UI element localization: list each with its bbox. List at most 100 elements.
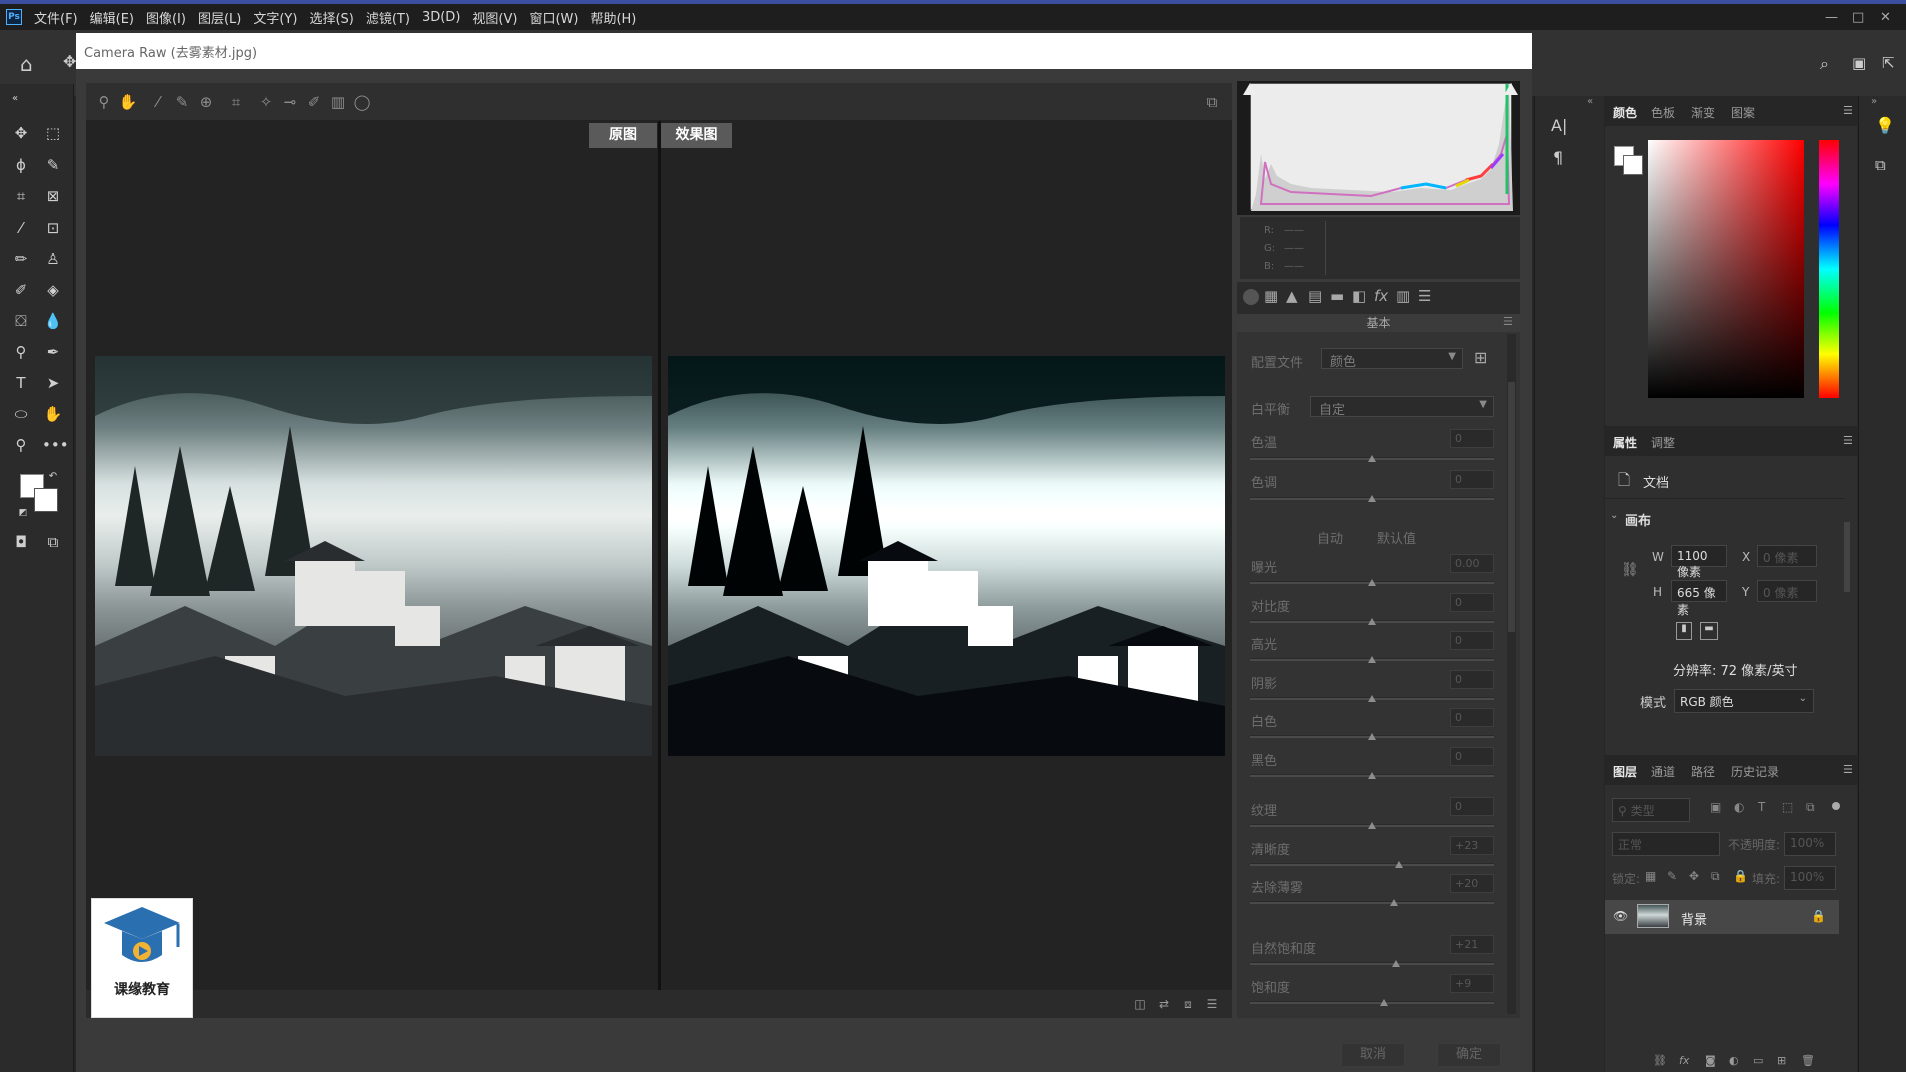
preview-preferences-icon[interactable]: ☰ — [1204, 996, 1220, 1012]
clarity-slider[interactable] — [1250, 862, 1494, 866]
tab-patterns[interactable]: 图案 — [1729, 104, 1757, 121]
height-input[interactable]: 665 像素 — [1671, 580, 1727, 617]
filter-type-icon[interactable]: T — [1758, 800, 1765, 814]
temperature-slider-thumb[interactable] — [1368, 455, 1376, 462]
spot-removal-tool-icon[interactable]: ✧ — [256, 92, 276, 112]
opacity-input[interactable]: 100% — [1784, 832, 1836, 856]
filter-toggle-icon[interactable] — [1832, 802, 1840, 810]
split-toning-tab-icon[interactable]: ▬ — [1330, 287, 1344, 305]
shadow-clipping-icon[interactable] — [1243, 83, 1257, 95]
workspace-icon[interactable]: ▣ — [1852, 54, 1866, 72]
saturation-value[interactable]: +9 — [1450, 973, 1494, 993]
basic-tab-icon[interactable] — [1243, 289, 1259, 305]
default-button[interactable]: 默认值 — [1377, 528, 1416, 547]
collapse-icon[interactable]: « — [4, 88, 26, 110]
menu-layer[interactable]: 图层(L) — [192, 8, 247, 27]
hand-tool-icon[interactable]: ✋ — [118, 92, 138, 112]
properties-menu-icon[interactable]: ☰ — [1843, 434, 1853, 447]
menu-window[interactable]: 窗口(W) — [523, 8, 584, 27]
shadows-value[interactable]: 0 — [1450, 669, 1494, 689]
stamp-tool-icon[interactable]: ♙ — [42, 248, 64, 270]
lock-transparent-icon[interactable]: ▦ — [1645, 869, 1656, 883]
fx-tab-icon[interactable]: fx — [1374, 287, 1388, 305]
tab-swatches[interactable]: 色板 — [1649, 104, 1677, 121]
home-icon[interactable]: ⌂ — [20, 52, 33, 76]
filter-shape-icon[interactable]: ⬚ — [1782, 800, 1793, 814]
clarity-value[interactable]: +23 — [1450, 835, 1494, 855]
texture-value[interactable]: 0 — [1450, 797, 1494, 816]
ok-button[interactable]: 确定 — [1437, 1043, 1501, 1067]
clarity-slider-thumb[interactable] — [1394, 860, 1403, 868]
blur-tool-icon[interactable]: 💧 — [42, 310, 64, 332]
color-panel-menu-icon[interactable]: ☰ — [1843, 104, 1853, 117]
pen-tool-icon[interactable]: ✒ — [42, 341, 64, 363]
menu-edit[interactable]: 编辑(E) — [84, 8, 140, 27]
quick-mask-icon[interactable]: ◘ — [10, 531, 32, 553]
history-brush-tool-icon[interactable]: ✐ — [10, 279, 32, 301]
dehaze-slider-thumb[interactable] — [1389, 899, 1398, 906]
width-input[interactable]: 1100 像素 — [1671, 545, 1727, 579]
tab-color[interactable]: 颜色 — [1611, 104, 1639, 121]
lens-tab-icon[interactable]: ◧ — [1352, 287, 1366, 305]
tab-paths[interactable]: 路径 — [1689, 763, 1717, 780]
default-colors-icon[interactable]: ◩ — [12, 502, 34, 524]
filter-adjustment-icon[interactable]: ◐ — [1734, 800, 1744, 814]
tab-layers[interactable]: 图层 — [1611, 763, 1639, 780]
temperature-value[interactable]: 0 — [1450, 429, 1494, 448]
detail-tab-icon[interactable]: ▲ — [1286, 287, 1298, 305]
patch-tool-icon[interactable]: ⊡ — [42, 217, 64, 239]
highlight-clipping-icon[interactable] — [1504, 83, 1518, 95]
blacks-value[interactable]: 0 — [1450, 746, 1494, 766]
shadows-slider-thumb[interactable] — [1368, 694, 1376, 702]
add-mask-icon[interactable]: ◙ — [1705, 1054, 1716, 1067]
x-input[interactable]: 0 像素 — [1757, 545, 1817, 567]
presets-tab-icon[interactable]: ☰ — [1418, 287, 1431, 305]
tab-properties[interactable]: 属性 — [1611, 434, 1639, 451]
menu-image[interactable]: 图像(I) — [140, 8, 192, 27]
profile-browser-icon[interactable]: ⊞ — [1474, 348, 1487, 367]
vibrance-slider-thumb[interactable] — [1392, 960, 1401, 967]
new-layer-icon[interactable]: ⊞ — [1777, 1054, 1786, 1067]
profile-select[interactable]: 颜色 ▼ — [1321, 348, 1463, 370]
filter-smart-object-icon[interactable]: ⧉ — [1806, 800, 1815, 815]
targeted-adjust-tool-icon[interactable]: ⊕ — [196, 92, 216, 112]
highlights-value[interactable]: 0 — [1450, 631, 1494, 650]
auto-button[interactable]: 自动 — [1317, 528, 1343, 547]
panel-scrollbar[interactable] — [1507, 334, 1516, 1014]
path-select-tool-icon[interactable]: ➤ — [42, 372, 64, 394]
layer-style-icon[interactable]: fx — [1679, 1054, 1689, 1067]
color-field[interactable] — [1648, 140, 1804, 398]
open-preferences-icon[interactable]: ⧉ — [1202, 92, 1222, 112]
y-input[interactable]: 0 像素 — [1757, 580, 1817, 602]
quick-select-tool-icon[interactable]: ✎ — [42, 154, 64, 176]
lock-artboard-icon[interactable]: ⧉ — [1711, 869, 1720, 884]
layer-filter-select[interactable]: ⚲ 类型 — [1612, 798, 1690, 822]
background-color-swatch[interactable] — [34, 488, 58, 512]
dehaze-value[interactable]: +20 — [1450, 874, 1494, 893]
blacks-slider-thumb[interactable] — [1368, 771, 1376, 779]
graduated-filter-icon[interactable]: ▥ — [328, 92, 348, 112]
close-icon[interactable]: ✕ — [1880, 10, 1891, 25]
tab-adjustments[interactable]: 调整 — [1649, 434, 1677, 451]
tab-gradients[interactable]: 渐变 — [1689, 104, 1717, 121]
menu-filter[interactable]: 滤镜(T) — [360, 8, 416, 27]
menu-3d[interactable]: 3D(D) — [416, 10, 466, 25]
marquee-tool-icon[interactable]: ⬚ — [42, 122, 64, 144]
zoom-tool-icon[interactable]: ⚲ — [94, 92, 114, 112]
fill-input[interactable]: 100% — [1784, 866, 1836, 890]
menu-help[interactable]: 帮助(H) — [584, 8, 642, 27]
frame-tool-icon[interactable]: ⊠ — [42, 185, 64, 207]
background-swatch[interactable] — [1623, 155, 1643, 175]
vibrance-slider[interactable] — [1250, 962, 1494, 965]
search-icon[interactable]: ⌕ — [1820, 54, 1829, 74]
screen-mode-icon[interactable]: ⧉ — [42, 531, 64, 553]
type-tool-icon[interactable]: T — [10, 372, 32, 394]
dodge-tool-icon[interactable]: ⚲ — [10, 341, 32, 363]
portrait-orientation-icon[interactable]: ▮ — [1676, 622, 1692, 640]
collapse-icon[interactable]: « — [1587, 96, 1593, 107]
eraser-tool-icon[interactable]: ◈ — [42, 279, 64, 301]
paint-bucket-tool-icon[interactable]: ⛋ — [10, 310, 32, 332]
move-tool-icon[interactable]: ✥ — [10, 122, 32, 144]
crop-tool-icon[interactable]: ⌗ — [10, 185, 32, 207]
vibrance-value[interactable]: +21 — [1450, 935, 1494, 954]
